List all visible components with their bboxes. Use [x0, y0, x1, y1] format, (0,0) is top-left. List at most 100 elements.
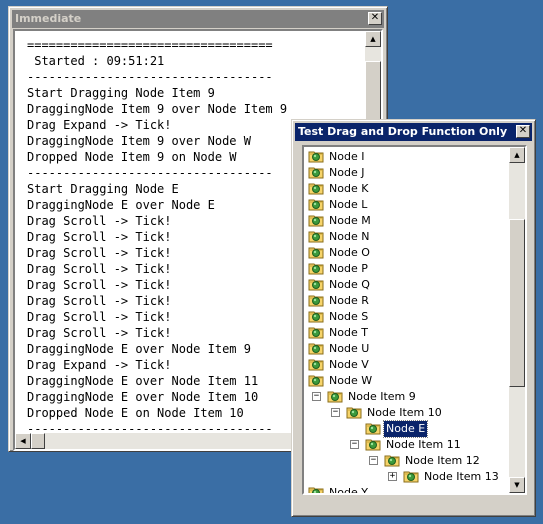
- tree-node[interactable]: Node Y: [308, 485, 370, 493]
- tree-node[interactable]: Node N: [308, 229, 371, 245]
- tree-node[interactable]: Node U: [308, 341, 371, 357]
- folder-node-icon: [403, 469, 419, 483]
- output-line: Drag Expand -> Tick!: [27, 118, 172, 132]
- output-line: Drag Scroll -> Tick!: [27, 278, 172, 292]
- tree-node-label: Node O: [329, 246, 370, 259]
- folder-node-icon: [308, 181, 324, 195]
- output-line: DraggingNode Item 9 over Node Item 9: [27, 102, 288, 116]
- tree-node[interactable]: Node O: [308, 245, 372, 261]
- output-line: DraggingNode E over Node Item 9: [27, 342, 251, 356]
- output-line: Drag Expand -> Tick!: [27, 358, 172, 372]
- tree-node-label: Node T: [329, 326, 368, 339]
- tree-node[interactable]: Node Q: [308, 277, 372, 293]
- tree-node[interactable]: Node T: [308, 325, 370, 341]
- tree-node-label: Node Q: [329, 278, 370, 291]
- tree-node-label: Node L: [329, 198, 368, 211]
- collapse-minus-icon[interactable]: −: [312, 392, 321, 401]
- collapse-minus-icon[interactable]: −: [369, 456, 378, 465]
- immediate-close-button[interactable]: ✕: [368, 12, 382, 25]
- scroll-thumb[interactable]: [509, 219, 525, 387]
- output-line: Drag Scroll -> Tick!: [27, 326, 172, 340]
- folder-node-icon: [327, 389, 343, 403]
- folder-node-icon: [308, 229, 324, 243]
- folder-node-icon: [308, 485, 324, 493]
- output-line: DraggingNode Item 9 over Node W: [27, 134, 251, 148]
- folder-node-icon: [308, 341, 324, 355]
- tree-node-label: Node Item 11: [386, 438, 461, 451]
- tree-node[interactable]: Node J: [308, 165, 366, 181]
- output-line: Drag Scroll -> Tick!: [27, 310, 172, 324]
- output-line: Start Dragging Node Item 9: [27, 86, 215, 100]
- scroll-left-button[interactable]: ◀: [15, 433, 31, 449]
- folder-node-icon: [308, 293, 324, 307]
- tree-node[interactable]: Node E: [365, 420, 429, 438]
- folder-node-icon: [308, 309, 324, 323]
- folder-node-icon: [365, 421, 381, 435]
- output-line: DraggingNode E over Node Item 10: [27, 390, 259, 404]
- folder-node-icon: [308, 245, 324, 259]
- scroll-up-button[interactable]: ▲: [509, 147, 525, 163]
- tree-node[interactable]: Node R: [308, 293, 371, 309]
- tree-node-label: Node R: [329, 294, 369, 307]
- folder-node-icon: [346, 405, 362, 419]
- node-tree-view[interactable]: Node I Node J Node K Node L Node M Node N Node…: [302, 145, 527, 495]
- tree-node-label: Node J: [329, 166, 365, 179]
- tree-node-label: Node U: [329, 342, 370, 355]
- output-line: Start Dragging Node E: [27, 182, 179, 196]
- expand-plus-icon[interactable]: +: [388, 472, 397, 481]
- folder-node-icon: [308, 213, 324, 227]
- output-line: Drag Scroll -> Tick!: [27, 246, 172, 260]
- folder-node-icon: [365, 437, 381, 451]
- tree-node[interactable]: Node W: [308, 373, 374, 389]
- scroll-down-button[interactable]: ▼: [509, 477, 525, 493]
- tree-node[interactable]: Node V: [308, 357, 371, 373]
- output-line: Dropped Node E on Node Item 10: [27, 406, 244, 420]
- tree-node-label: Node Item 9: [348, 390, 416, 403]
- tree-node-label: Node P: [329, 262, 368, 275]
- tree-node[interactable]: Node P: [308, 261, 370, 277]
- close-icon: ✕: [518, 125, 528, 136]
- folder-node-icon: [308, 261, 324, 275]
- scroll-up-button[interactable]: ▲: [365, 31, 381, 47]
- collapse-minus-icon[interactable]: −: [350, 440, 359, 449]
- immediate-titlebar[interactable]: Immediate ✕: [12, 10, 384, 28]
- tree-node-label: Node I: [329, 150, 365, 163]
- tree-node-label: Node V: [329, 358, 369, 371]
- output-line: Drag Scroll -> Tick!: [27, 214, 172, 228]
- tree-node[interactable]: Node K: [308, 181, 370, 197]
- tree-node[interactable]: Node S: [308, 309, 370, 325]
- folder-node-icon: [308, 149, 324, 163]
- tree-node[interactable]: Node M: [308, 213, 373, 229]
- tree-node[interactable]: − Node Item 9: [312, 389, 418, 405]
- tree-node[interactable]: − Node Item 10: [331, 405, 444, 421]
- tree-node-label: Node W: [329, 374, 373, 387]
- immediate-output-text[interactable]: ================================== Start…: [27, 37, 287, 437]
- tree-vertical-scrollbar[interactable]: ▲ ▼: [509, 147, 525, 493]
- output-line: ==================================: [27, 38, 273, 52]
- output-line: DraggingNode E over Node Item 11: [27, 374, 259, 388]
- tree-node-label: Node Item 10: [367, 406, 442, 419]
- output-line: Drag Scroll -> Tick!: [27, 294, 172, 308]
- tree-node[interactable]: − Node Item 12: [369, 453, 482, 469]
- output-line: DraggingNode E over Node E: [27, 198, 215, 212]
- folder-node-icon: [308, 357, 324, 371]
- folder-node-icon: [308, 197, 324, 211]
- scroll-thumb[interactable]: [31, 433, 45, 449]
- drag-drop-titlebar[interactable]: Test Drag and Drop Function Only ✕: [295, 123, 532, 141]
- collapse-minus-icon[interactable]: −: [331, 408, 340, 417]
- folder-node-icon: [308, 277, 324, 291]
- folder-node-icon: [308, 165, 324, 179]
- tree-node[interactable]: − Node Item 11: [350, 437, 463, 453]
- tree-node-label: Node M: [329, 214, 371, 227]
- tree-node-label: Node S: [329, 310, 369, 323]
- immediate-title: Immediate: [15, 12, 82, 25]
- tree-node-label: Node Item 13: [424, 470, 499, 483]
- folder-node-icon: [308, 325, 324, 339]
- dialog-close-button[interactable]: ✕: [516, 125, 530, 138]
- tree-node[interactable]: Node L: [308, 197, 369, 213]
- output-line: Drag Scroll -> Tick!: [27, 262, 172, 276]
- output-line: Started : 09:51:21: [27, 54, 165, 68]
- tree-node[interactable]: Node I: [308, 149, 366, 165]
- tree-node[interactable]: + Node Item 13: [388, 469, 501, 485]
- tree-node-label: Node Item 12: [405, 454, 480, 467]
